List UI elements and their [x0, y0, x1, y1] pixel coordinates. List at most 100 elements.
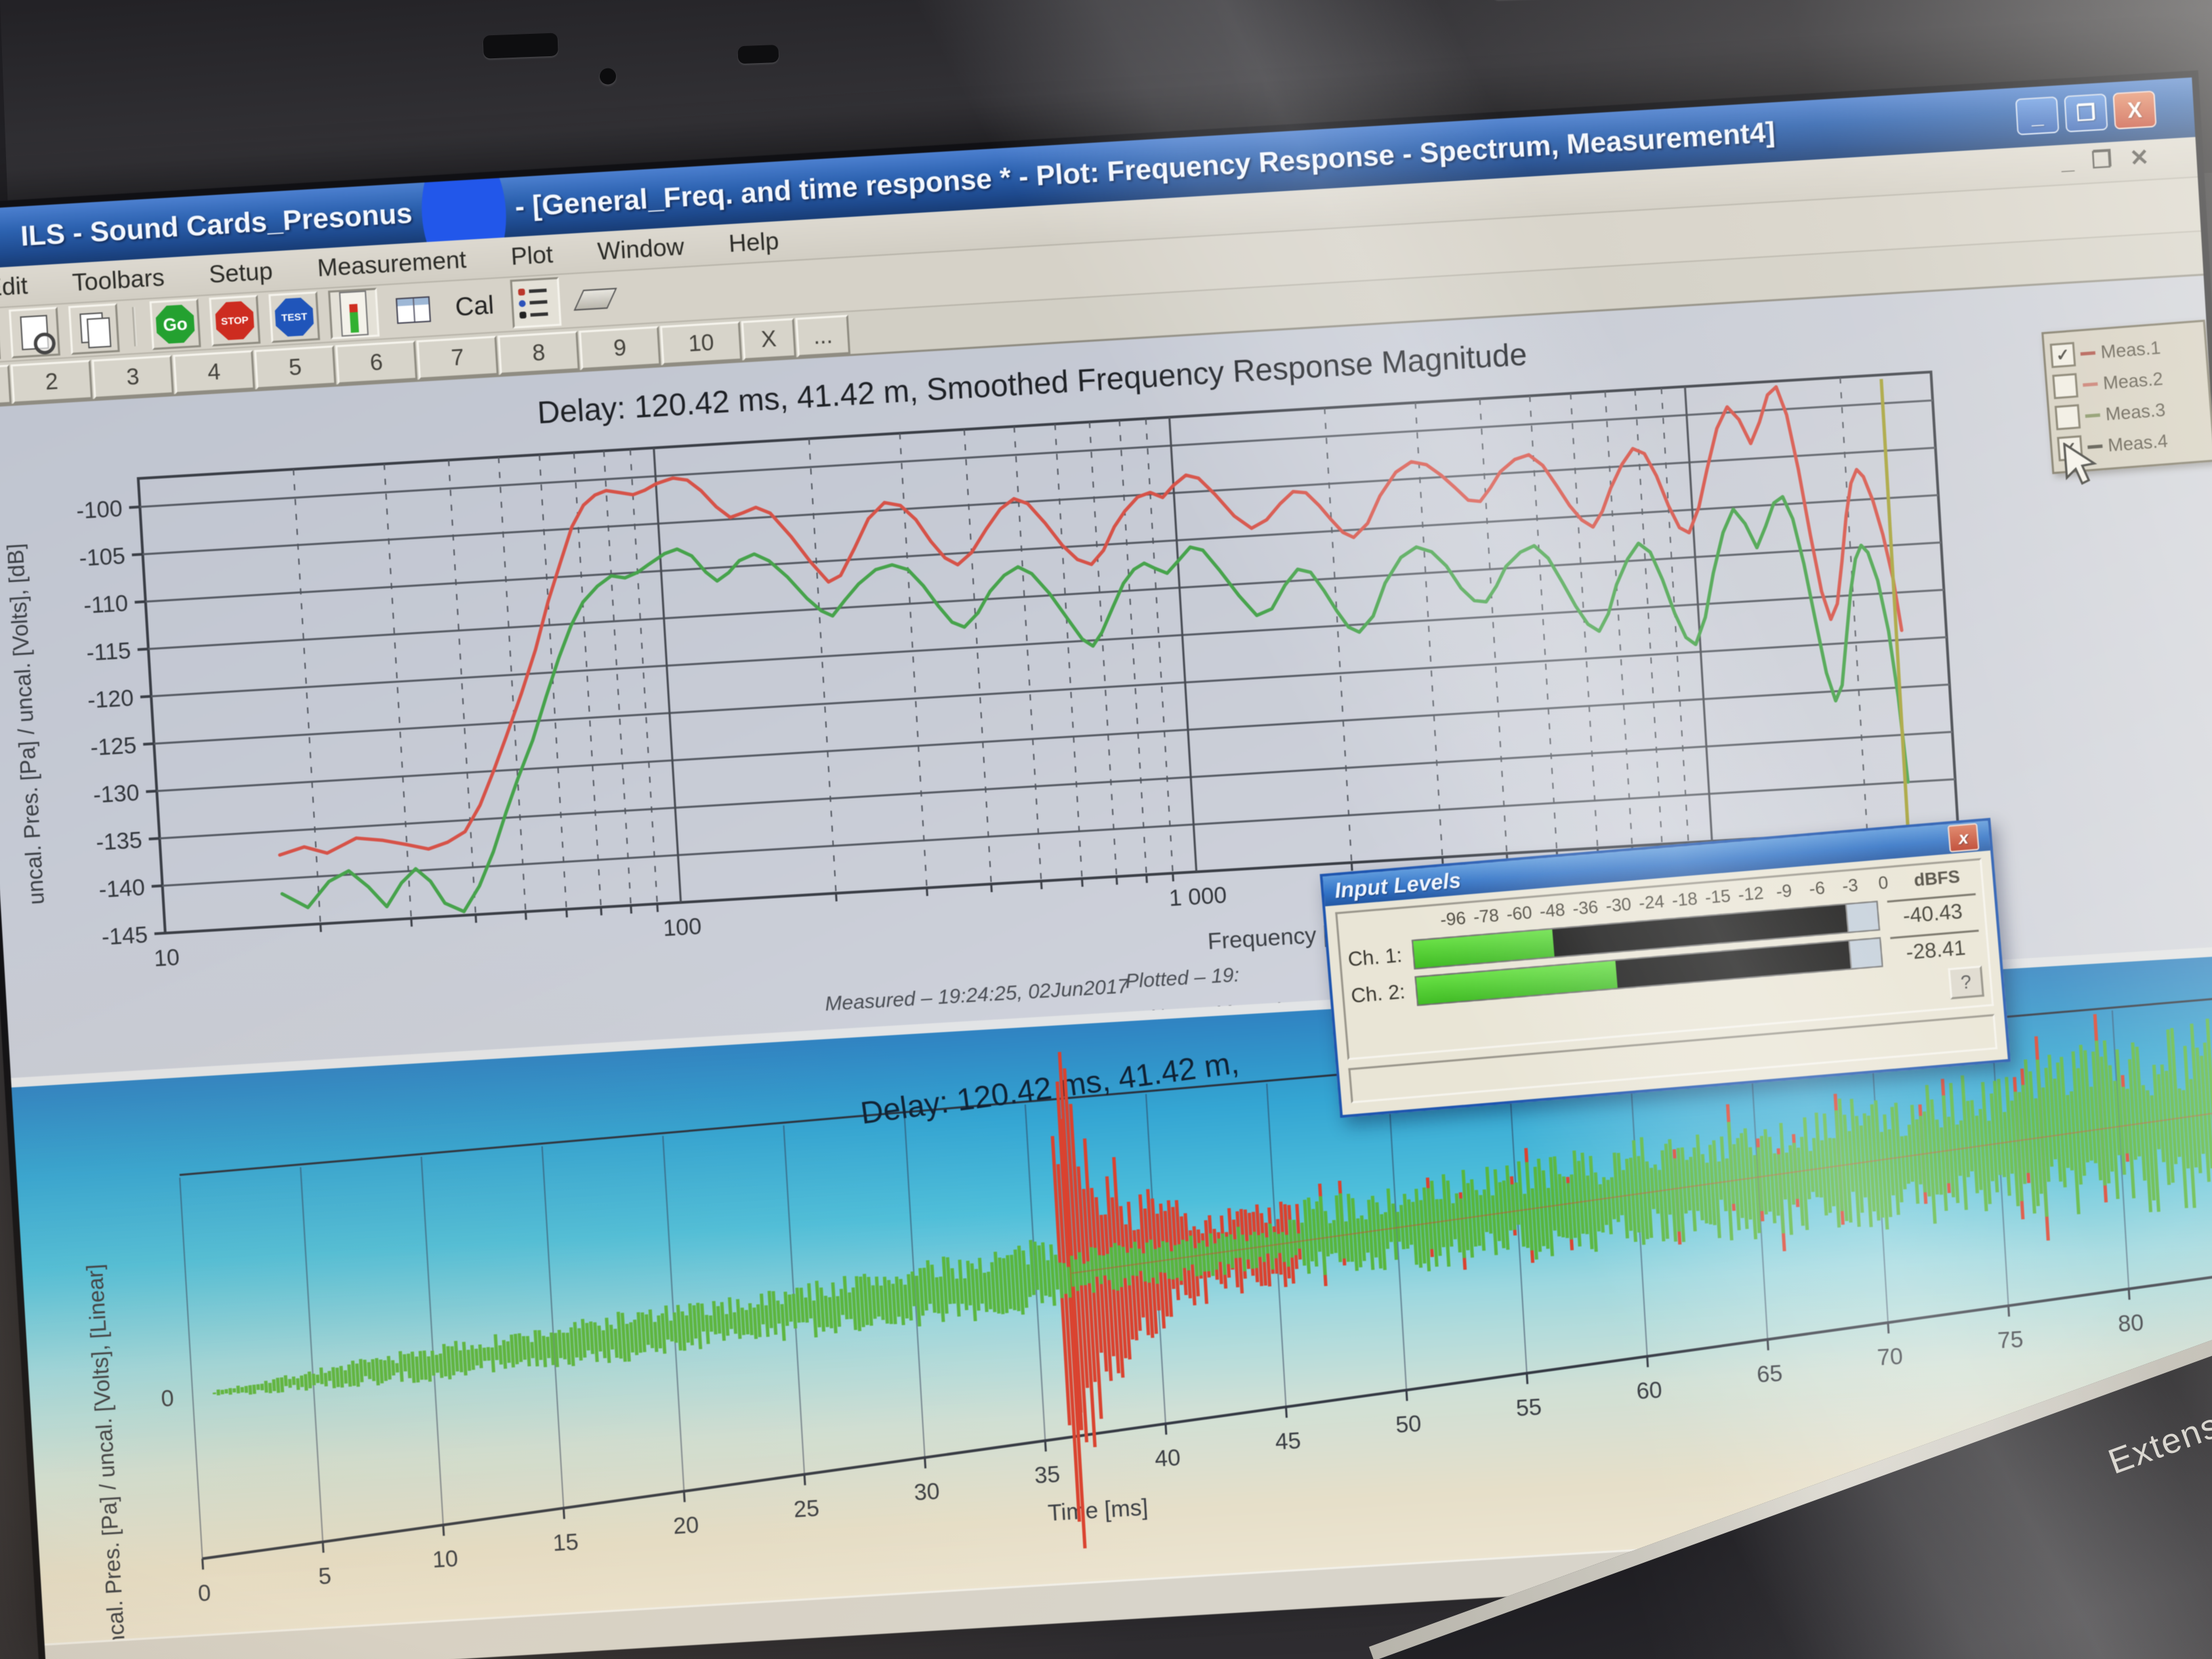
x-tick-label: 65: [1756, 1360, 1783, 1387]
frequency-cursor-line[interactable]: [1881, 379, 1908, 828]
waveform-green-segment: [250, 1385, 251, 1395]
waveform-green-segment: [659, 1315, 661, 1349]
waveform-green-segment: [941, 1277, 943, 1322]
menu-item-setup[interactable]: Setup: [204, 255, 278, 290]
waveform-green-segment: [833, 1282, 836, 1333]
tab-more-button[interactable]: ...: [796, 314, 851, 357]
waveform-green-segment: [718, 1306, 720, 1333]
measurement-tab-8[interactable]: 8: [497, 331, 579, 375]
x-tick-label: 15: [552, 1529, 579, 1556]
child-restore-button[interactable]: ❐: [2091, 146, 2113, 175]
gridline-h: [154, 637, 1946, 743]
dbfs-tick--3: -3: [1832, 874, 1867, 897]
waveform-green-segment: [595, 1322, 597, 1361]
waveform-green-segment: [690, 1303, 693, 1345]
waveform-green-segment: [405, 1354, 406, 1371]
waveform-green-segment: [888, 1280, 891, 1324]
x-minor-tick: [1173, 874, 1174, 882]
waveform-green-segment: [1008, 1255, 1011, 1309]
measurement-tab-5[interactable]: 5: [254, 346, 336, 390]
waveform-green-segment: [1290, 1220, 1292, 1258]
waveform-green-segment: [1254, 1232, 1256, 1268]
x-tick-label: 60: [1636, 1377, 1663, 1404]
measurement-tab-10[interactable]: 10: [660, 321, 742, 365]
legend-label: Meas.2: [2102, 368, 2164, 394]
measurement-tab-9[interactable]: 9: [579, 326, 661, 370]
child-minimize-button[interactable]: _: [2060, 148, 2074, 176]
waveform-green-segment: [1175, 1245, 1177, 1277]
waveform-green-segment: [1163, 1241, 1165, 1273]
measurement-tab-3[interactable]: 3: [91, 355, 173, 399]
waveform-green-segment: [607, 1318, 609, 1364]
gridline-v-minor: [604, 451, 631, 905]
waveform-green-segment: [977, 1269, 979, 1311]
waveform-green-segment: [750, 1303, 752, 1335]
measurement-tab-1[interactable]: 1: [0, 365, 12, 409]
menu-item-window[interactable]: Window: [592, 230, 689, 267]
waveform-green-segment: [1080, 1252, 1082, 1286]
waveform-green-segment: [735, 1312, 736, 1334]
x-tick: [804, 1475, 805, 1486]
printer-icon[interactable]: [0, 310, 1, 362]
waveform-green-segment: [773, 1291, 776, 1334]
waveform-green-segment: [1361, 1216, 1364, 1261]
gridline-v: [180, 1178, 202, 1559]
minimize-button[interactable]: _: [2015, 96, 2060, 136]
waveform-green-segment: [960, 1260, 962, 1304]
waveform-green-segment: [432, 1351, 434, 1376]
measurement-tab-6[interactable]: 6: [335, 340, 417, 384]
waveform-green-segment: [766, 1305, 768, 1337]
waveform-green-segment: [876, 1277, 879, 1317]
x-minor-tick: [1351, 863, 1352, 871]
tab-close-button[interactable]: X: [741, 318, 796, 361]
menu-item-help[interactable]: Help: [724, 225, 784, 260]
y-tick-label: -135: [96, 827, 143, 856]
level-meter-icon[interactable]: [328, 288, 380, 340]
close-button[interactable]: X: [2112, 91, 2156, 130]
menu-item-edit[interactable]: Edit: [0, 270, 33, 304]
measurement-tab-2[interactable]: 2: [11, 360, 93, 404]
legend-list-icon[interactable]: [510, 277, 562, 329]
child-close-button[interactable]: ✕: [2129, 144, 2150, 172]
legend-checkbox-meas.2[interactable]: [2052, 373, 2078, 399]
waveform-green-segment: [317, 1374, 318, 1382]
y-tick: [155, 933, 165, 934]
menu-item-plot[interactable]: Plot: [506, 239, 558, 272]
legend-checkbox-meas.1[interactable]: ✓: [2050, 342, 2076, 369]
waveform-green-segment: [666, 1305, 668, 1339]
print-preview-icon[interactable]: [9, 307, 60, 359]
go-button[interactable]: Go: [149, 298, 201, 350]
table-icon[interactable]: [388, 284, 439, 335]
stop-button[interactable]: STOP: [209, 295, 260, 346]
gridline-v: [422, 1157, 443, 1525]
waveform-green-segment: [905, 1285, 907, 1319]
measurement-tab-7[interactable]: 7: [417, 335, 499, 380]
x-tick-label: 55: [1515, 1394, 1542, 1421]
impulse-red-segment: [1297, 1204, 1300, 1260]
cal-button[interactable]: Cal: [448, 290, 501, 322]
waveform-green-segment: [814, 1300, 816, 1337]
legend-checkbox-meas.3[interactable]: [2055, 404, 2081, 430]
waveform-green-segment: [979, 1258, 982, 1303]
measurement-tab-4[interactable]: 4: [173, 350, 255, 394]
help-button[interactable]: ?: [1948, 966, 1984, 1000]
channel-peak-cell: [1848, 939, 1881, 968]
waveform-green-segment: [556, 1333, 558, 1367]
waveform-green-segment: [1071, 1256, 1073, 1287]
waveform-green-segment: [635, 1319, 637, 1355]
input-levels-close-icon[interactable]: x: [1948, 823, 1980, 853]
restore-button[interactable]: ❐: [2064, 94, 2108, 133]
waveform-green-segment: [1195, 1248, 1197, 1276]
waveform-green-segment: [1287, 1235, 1289, 1267]
menu-item-toolbars[interactable]: Toolbars: [67, 262, 169, 299]
x-minor-tick: [927, 888, 928, 896]
menu-item-measurement[interactable]: Measurement: [312, 243, 471, 284]
eraser-icon[interactable]: [569, 274, 621, 325]
test-button[interactable]: TEST: [268, 291, 320, 343]
copy-icon[interactable]: [68, 303, 120, 354]
y-axis-label: uncal. Pres. [Pa] / uncal. [Volts], [dB]: [2, 543, 49, 905]
x-axis-label: Time [ms]: [1047, 1494, 1149, 1526]
waveform-green-segment: [1409, 1200, 1412, 1245]
waveform-green-segment: [591, 1322, 593, 1354]
waveform-green-segment: [349, 1364, 350, 1387]
